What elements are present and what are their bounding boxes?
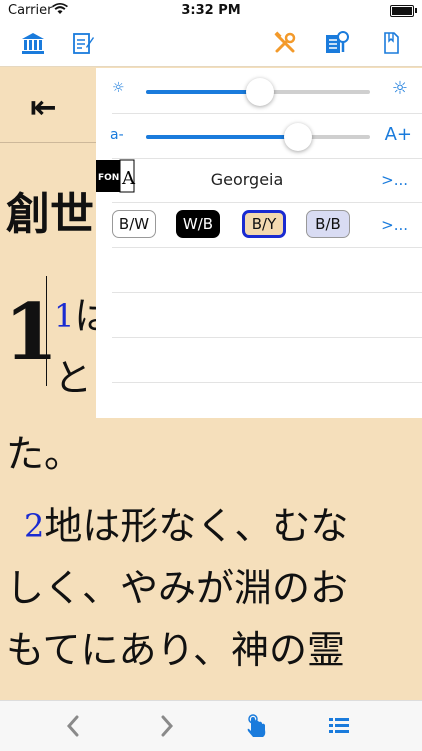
brightness-low-icon: ☼	[112, 80, 125, 96]
verse-number[interactable]: 1	[54, 297, 74, 335]
font-row[interactable]: Georgeia >...	[112, 158, 422, 203]
theme-wb-button[interactable]: W/B	[176, 210, 220, 238]
svg-text:FON: FON	[98, 173, 119, 183]
theme-more-link[interactable]: >...	[381, 216, 408, 234]
verse-2-line-2: しく、やみが淵のお	[6, 566, 349, 610]
color-theme-row: B/W W/B B/Y B/B >...	[112, 202, 422, 248]
notes-icon[interactable]	[70, 30, 96, 56]
font-icon[interactable]: FON A	[96, 158, 136, 194]
verse-1-tail: た。	[6, 432, 83, 476]
status-bar: Carrier 3:32 PM	[0, 0, 422, 22]
clock: 3:32 PM	[181, 3, 241, 18]
empty-row	[112, 292, 422, 338]
theme-bw-button[interactable]: B/W	[112, 210, 156, 238]
chapter-title: 創世	[6, 189, 94, 240]
theme-bb-button[interactable]: B/B	[306, 210, 350, 238]
font-size-smaller-label: a-	[110, 127, 124, 143]
verse-2-line-1: 2地は形なく、むな	[24, 504, 349, 548]
list-icon[interactable]	[326, 713, 352, 739]
font-more-link[interactable]: >...	[381, 171, 408, 189]
search-icon[interactable]	[324, 30, 350, 56]
bottom-toolbar	[0, 700, 422, 751]
verse-2-line-3: もてにあり、神の霊	[6, 628, 345, 672]
font-name[interactable]: Georgeia	[112, 170, 382, 189]
brightness-row: ☼ ☼	[112, 68, 422, 114]
theme-by-button[interactable]: B/Y	[242, 210, 286, 238]
back-to-start-icon[interactable]: ⇤	[30, 88, 57, 126]
svg-text:A: A	[121, 168, 136, 189]
next-chevron-icon[interactable]	[154, 713, 180, 739]
library-icon[interactable]	[20, 30, 46, 56]
font-size-slider[interactable]	[146, 123, 370, 151]
font-size-slider-knob[interactable]	[284, 123, 312, 151]
tools-icon[interactable]	[272, 30, 298, 56]
verse-number[interactable]: 2	[24, 507, 44, 545]
font-size-row: a- A+	[110, 113, 422, 159]
empty-row	[112, 337, 422, 383]
brightness-high-icon: ☼	[391, 78, 408, 99]
top-toolbar	[0, 22, 422, 67]
verse-1-line-2: と	[54, 356, 93, 400]
font-size-larger-label: A+	[384, 124, 412, 145]
touch-icon[interactable]	[244, 713, 270, 739]
chapter-number: 1	[4, 287, 59, 378]
brightness-slider[interactable]	[146, 78, 370, 106]
bookmark-icon[interactable]	[378, 30, 404, 56]
battery-icon	[390, 5, 417, 17]
display-settings-panel: ☼ ☼ a- A+ Georgeia >... B/W W/B B/Y B/B …	[96, 68, 422, 418]
prev-chevron-icon[interactable]	[60, 713, 86, 739]
empty-row	[112, 247, 422, 293]
brightness-slider-knob[interactable]	[246, 78, 274, 106]
